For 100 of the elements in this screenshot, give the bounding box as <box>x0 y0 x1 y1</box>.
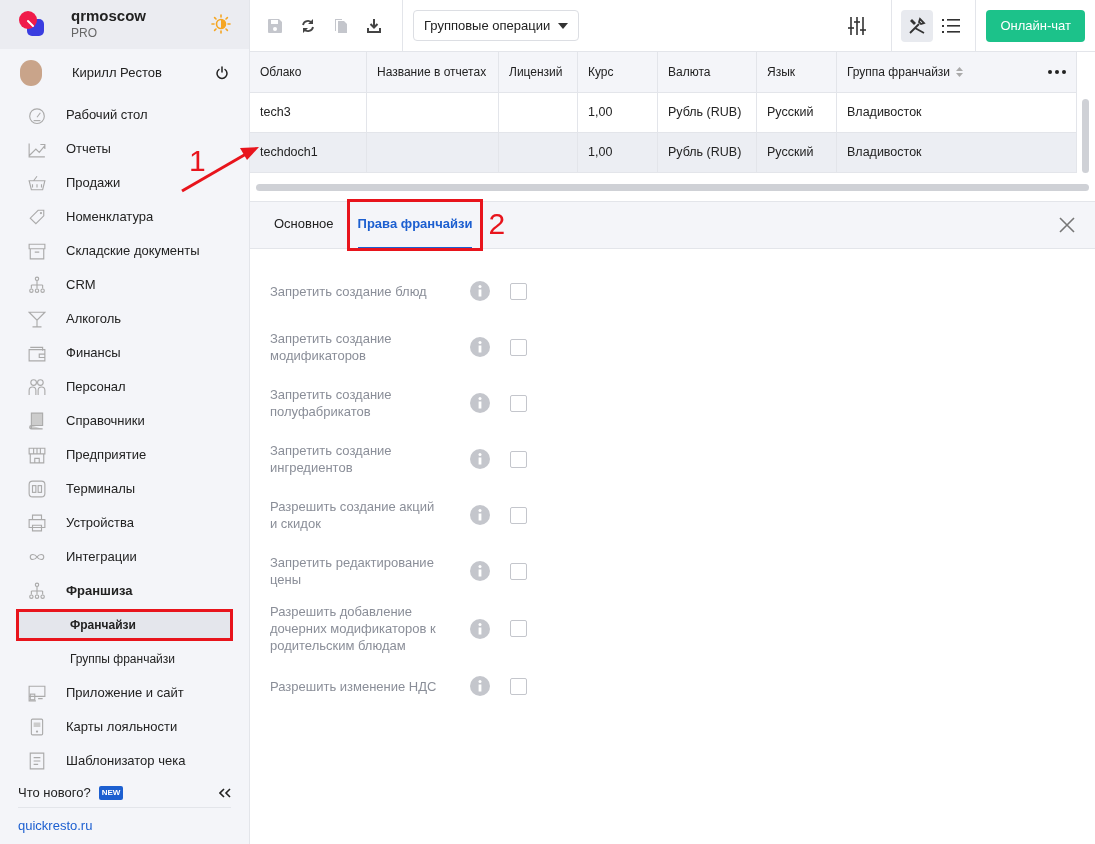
table-row[interactable]: tech3 1,00 Рубль (RUB) Русский Владивосток <box>250 93 1077 133</box>
table-row[interactable]: techdoch1 1,00 Рубль (RUB) Русский Владивосток <box>250 133 1077 173</box>
checkbox[interactable] <box>510 677 527 695</box>
save-icon[interactable] <box>267 17 283 34</box>
callout-number: 2 <box>488 209 506 239</box>
plan-label: PRO <box>71 26 98 42</box>
checkbox[interactable] <box>510 394 527 412</box>
table-cell-text: Рубль (RUB) <box>668 104 742 122</box>
refresh-icon[interactable] <box>300 17 316 34</box>
logo-icon <box>18 10 46 39</box>
setting-label: Запретить создание полуфабрикатов <box>270 386 393 420</box>
info-icon[interactable] <box>470 618 490 639</box>
cocktail-glass-icon <box>28 310 46 328</box>
nav-item[interactable]: Персонал <box>66 377 126 397</box>
nav-item[interactable]: Отчеты <box>66 139 111 159</box>
filter-sliders-icon[interactable] <box>848 15 867 36</box>
qr-icon <box>28 480 46 498</box>
checkbox[interactable] <box>510 562 527 580</box>
setting-label: Запретить создание блюд <box>270 282 428 300</box>
theme-toggle-icon[interactable] <box>211 14 231 35</box>
nav-item[interactable]: Шаблонизатор чека <box>66 751 186 771</box>
column-header[interactable]: Облако <box>260 63 302 81</box>
nav-item[interactable]: Рабочий стол <box>66 105 148 125</box>
checkbox[interactable] <box>510 450 527 468</box>
nav-item[interactable]: Карты лояльности <box>66 717 178 737</box>
wallet-icon <box>28 344 46 362</box>
nav-item[interactable]: Продажи <box>66 173 121 193</box>
nav-item[interactable]: Терминалы <box>66 479 136 499</box>
column-header[interactable]: Язык <box>767 63 796 81</box>
info-icon[interactable] <box>470 393 490 413</box>
checkbox[interactable] <box>510 282 527 300</box>
power-icon[interactable] <box>215 65 229 80</box>
list-view-icon[interactable] <box>942 18 961 33</box>
box-icon <box>28 242 46 260</box>
table-cell-text: Русский <box>767 144 814 162</box>
info-icon[interactable] <box>470 281 490 301</box>
website-link[interactable]: quickresto.ru <box>18 816 93 836</box>
whats-new-link[interactable]: Что нового? <box>18 782 91 803</box>
new-badge: NEW <box>98 785 124 800</box>
checkbox[interactable] <box>510 620 527 637</box>
group-operations-dropdown[interactable]: Групповые операции <box>413 10 580 41</box>
receipt-icon <box>28 752 46 770</box>
info-icon[interactable] <box>470 561 490 581</box>
collapse-icon[interactable] <box>219 787 231 798</box>
hierarchy-icon <box>28 276 46 294</box>
table-cell-text: 1,00 <box>588 144 613 162</box>
storefront-icon <box>28 446 46 464</box>
column-header[interactable]: Название в отчетах <box>377 63 487 81</box>
basket-icon <box>28 174 46 192</box>
hierarchy-icon <box>28 582 46 600</box>
nav-item[interactable]: Предприятие <box>66 445 147 465</box>
caret-icon <box>558 22 569 29</box>
copy-icon[interactable] <box>333 17 349 34</box>
horizontal-scrollbar[interactable] <box>256 183 1089 191</box>
user-name: Кирилл Рестов <box>72 64 162 82</box>
setting-label: Запретить создание ингредиентов <box>270 442 393 476</box>
more-options-icon[interactable] <box>1048 70 1066 74</box>
nav-item[interactable]: Устройства <box>66 513 134 533</box>
gauge-icon <box>28 106 46 124</box>
checkbox[interactable] <box>510 338 527 356</box>
nav-item[interactable]: Интеграции <box>66 547 137 567</box>
download-icon[interactable] <box>366 17 382 34</box>
sort-icon[interactable] <box>956 67 964 77</box>
table-cell-text: techdoch1 <box>260 144 318 162</box>
tab[interactable]: Права франчайзи <box>357 200 473 250</box>
people-icon <box>28 378 46 396</box>
tools-view-button[interactable] <box>901 9 934 42</box>
card-icon <box>28 718 46 736</box>
setting-label: Разрешить создание акций и скидок <box>270 498 436 532</box>
column-header[interactable]: Группа франчайзи <box>847 63 951 81</box>
column-header[interactable]: Курс <box>588 63 614 81</box>
close-icon[interactable] <box>1059 217 1075 233</box>
nav-subitem[interactable]: Группы франчайзи <box>17 644 232 674</box>
table-cell-text: Русский <box>767 104 814 122</box>
setting-label: Разрешить добавление дочерних модификаторов к родительским блюдам <box>270 603 437 654</box>
tools-icon <box>908 16 927 35</box>
nav-item[interactable]: Финансы <box>66 343 121 363</box>
setting-label: Запретить создание модификаторов <box>270 330 393 364</box>
account-name: qrmoscow <box>71 7 146 27</box>
info-icon[interactable] <box>470 505 490 525</box>
info-icon[interactable] <box>470 676 490 696</box>
table-cell-text: Владивосток <box>847 104 922 122</box>
nav-item[interactable]: Приложение и сайт <box>66 683 184 703</box>
nav-item[interactable]: Складские документы <box>66 241 200 261</box>
user-avatar <box>20 59 42 86</box>
nav-item[interactable]: CRM <box>66 275 96 295</box>
column-header[interactable]: Лицензий <box>509 63 563 81</box>
info-icon[interactable] <box>470 337 490 357</box>
nav-item[interactable]: Номенклатура <box>66 207 154 227</box>
vertical-scrollbar[interactable] <box>1082 99 1089 173</box>
tab[interactable]: Основное <box>274 202 334 248</box>
checkbox[interactable] <box>510 506 527 524</box>
column-header[interactable]: Валюта <box>668 63 711 81</box>
tag-icon <box>28 208 46 226</box>
nav-item[interactable]: Алкоголь <box>66 309 122 329</box>
book-icon <box>28 412 46 430</box>
nav-item[interactable]: Справочники <box>66 411 145 431</box>
info-icon[interactable] <box>470 449 490 469</box>
nav-item[interactable]: Франшиза <box>66 581 133 601</box>
nav-subitem[interactable]: Франчайзи <box>17 610 232 640</box>
